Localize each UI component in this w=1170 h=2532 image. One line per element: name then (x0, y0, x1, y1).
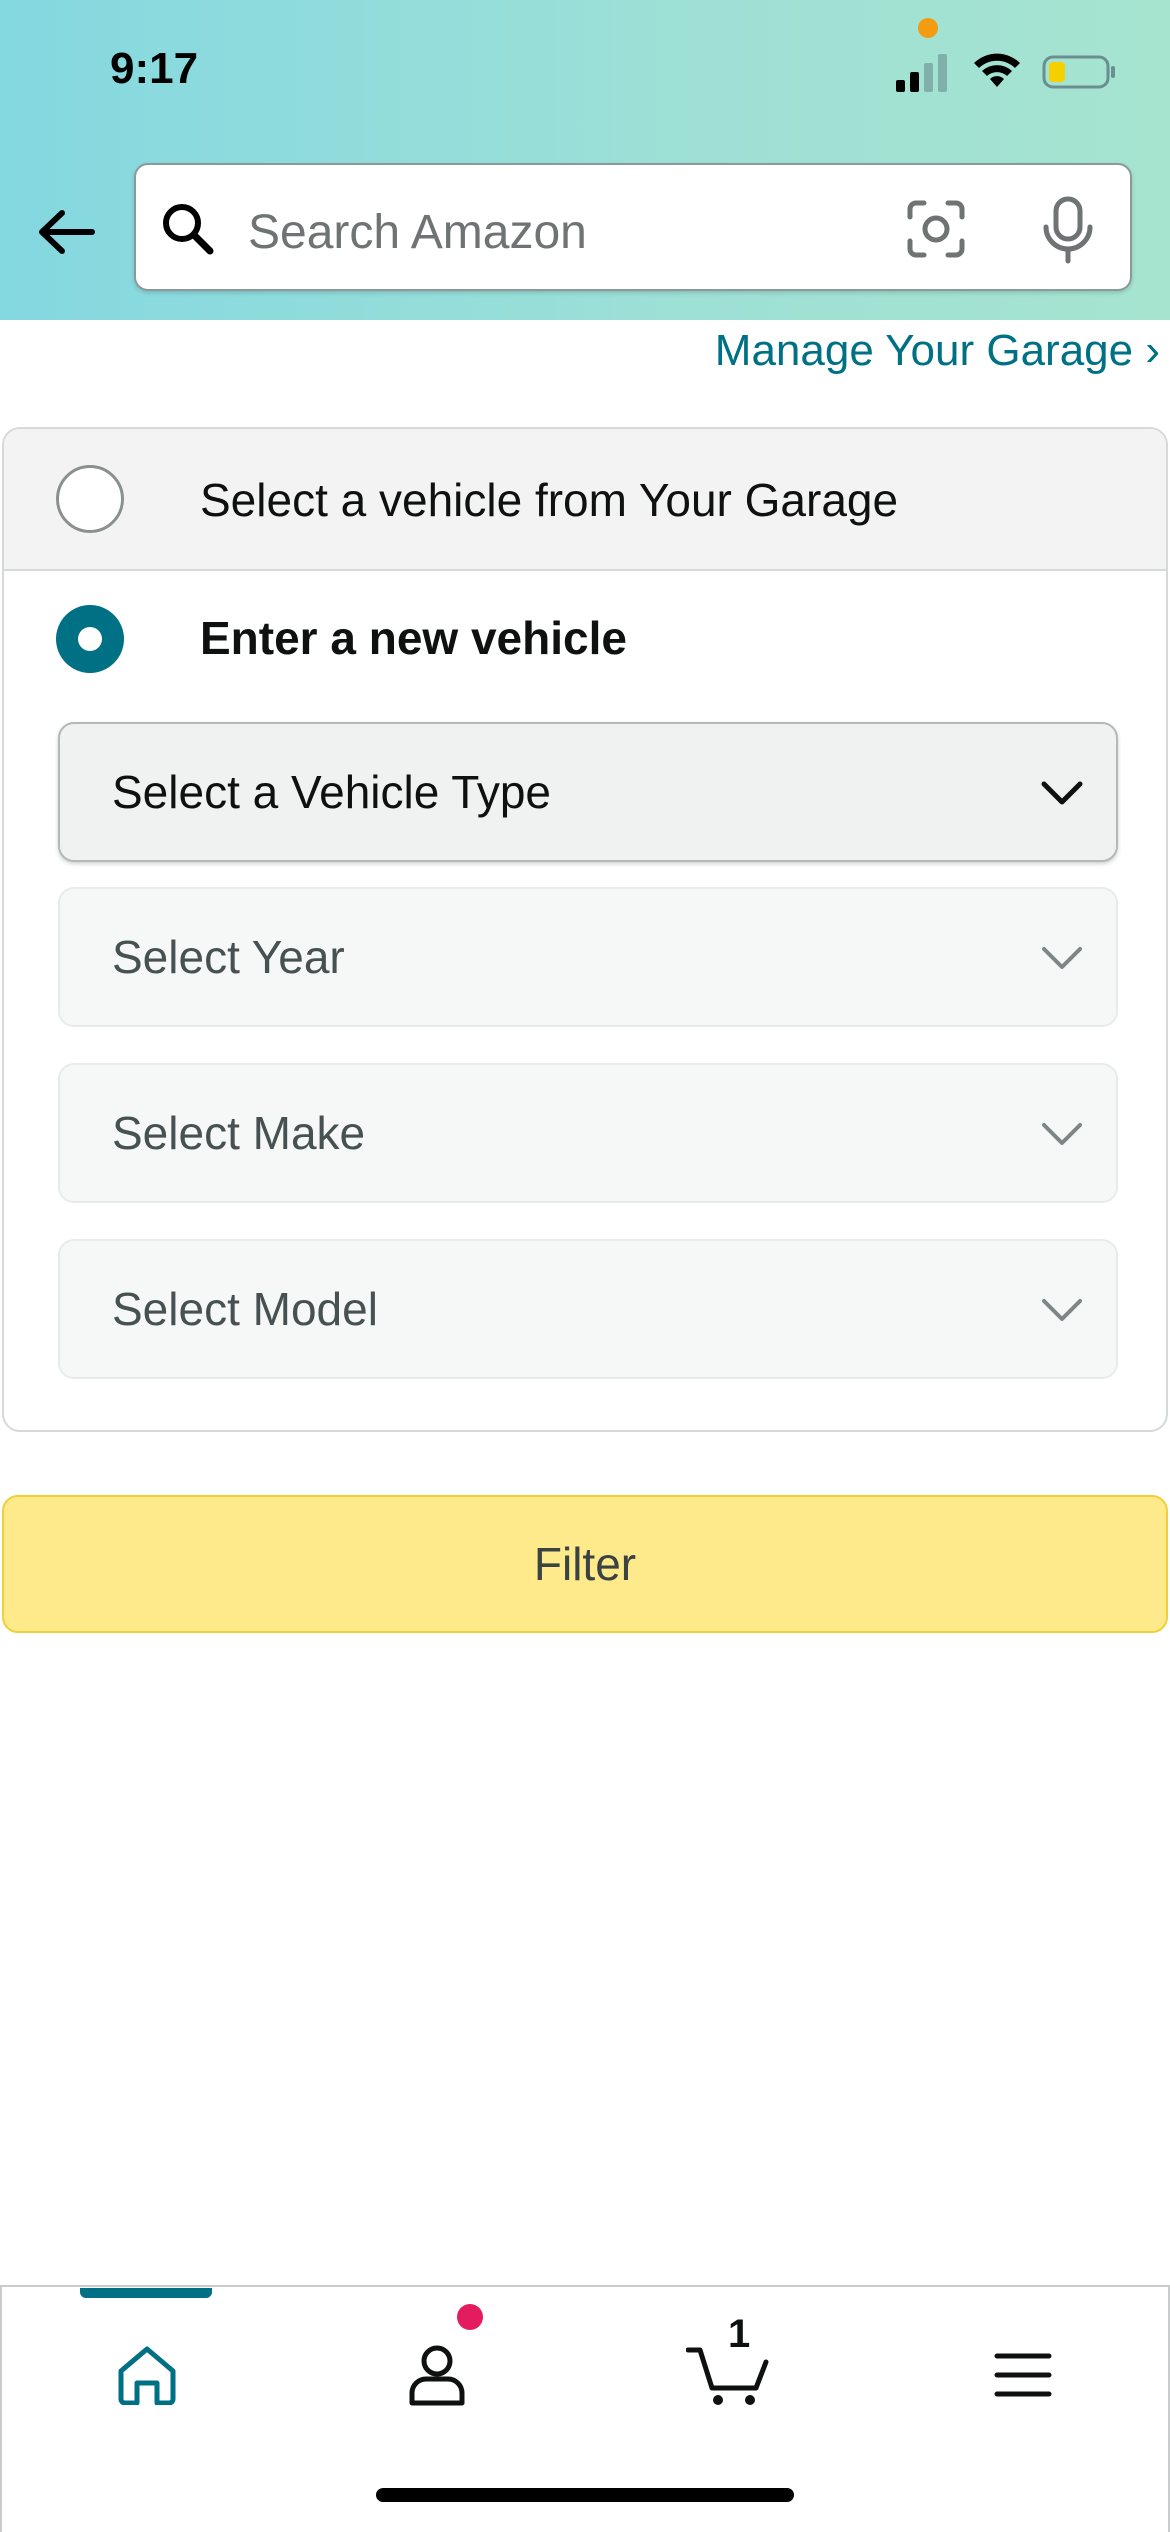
battery-icon (1042, 55, 1115, 89)
privacy-indicator-dot (918, 18, 938, 38)
notification-dot (457, 2304, 483, 2330)
search-icon (163, 204, 214, 255)
menu-icon (994, 2353, 1052, 2397)
status-time: 9:17 (110, 44, 199, 93)
chevron-down-icon (1042, 1299, 1082, 1321)
vehicle-type-select-label: Select a Vehicle Type (112, 766, 551, 818)
garage-option-label: Select a vehicle from Your Garage (200, 474, 899, 526)
model-select[interactable]: Select Model (58, 1239, 1118, 1379)
chevron-down-icon (1042, 1123, 1082, 1145)
vehicle-type-select[interactable]: Select a Vehicle Type (58, 722, 1118, 862)
microphone-icon[interactable] (1036, 195, 1100, 265)
manage-garage-link[interactable]: Manage Your Garage › (715, 326, 1160, 376)
search-input[interactable]: Search Amazon (248, 205, 587, 260)
wifi-icon (974, 53, 1020, 87)
garage-radio-button[interactable] (56, 465, 124, 533)
back-arrow-icon[interactable] (30, 196, 102, 268)
make-select[interactable]: Select Make (58, 1063, 1118, 1203)
year-select[interactable]: Select Year (58, 887, 1118, 1027)
active-tab-indicator (80, 2288, 212, 2298)
nav-home[interactable] (92, 2320, 202, 2430)
chevron-down-icon (1041, 781, 1083, 805)
search-bar[interactable]: Search Amazon (134, 163, 1132, 291)
year-select-label: Select Year (112, 931, 345, 983)
account-icon (409, 2345, 465, 2406)
vehicle-selection-card: Select a vehicle from Your Garage Enter … (2, 427, 1168, 1432)
home-icon (118, 2346, 176, 2405)
nav-account[interactable] (382, 2320, 492, 2430)
cellular-signal-icon (896, 54, 947, 92)
make-select-label: Select Make (112, 1107, 366, 1159)
status-icons (894, 48, 1118, 96)
filter-button[interactable]: Filter (2, 1495, 1168, 1633)
model-select-label: Select Model (112, 1283, 378, 1335)
nav-menu[interactable] (968, 2320, 1078, 2430)
cart-count-badge: 1 (728, 2312, 751, 2356)
new-vehicle-radio-button[interactable] (56, 605, 124, 673)
new-vehicle-option-label: Enter a new vehicle (200, 612, 627, 664)
home-indicator-bar (376, 2488, 794, 2502)
garage-option-row[interactable]: Select a vehicle from Your Garage (4, 429, 1166, 571)
chevron-down-icon (1042, 947, 1082, 969)
camera-scan-icon[interactable] (904, 197, 968, 261)
